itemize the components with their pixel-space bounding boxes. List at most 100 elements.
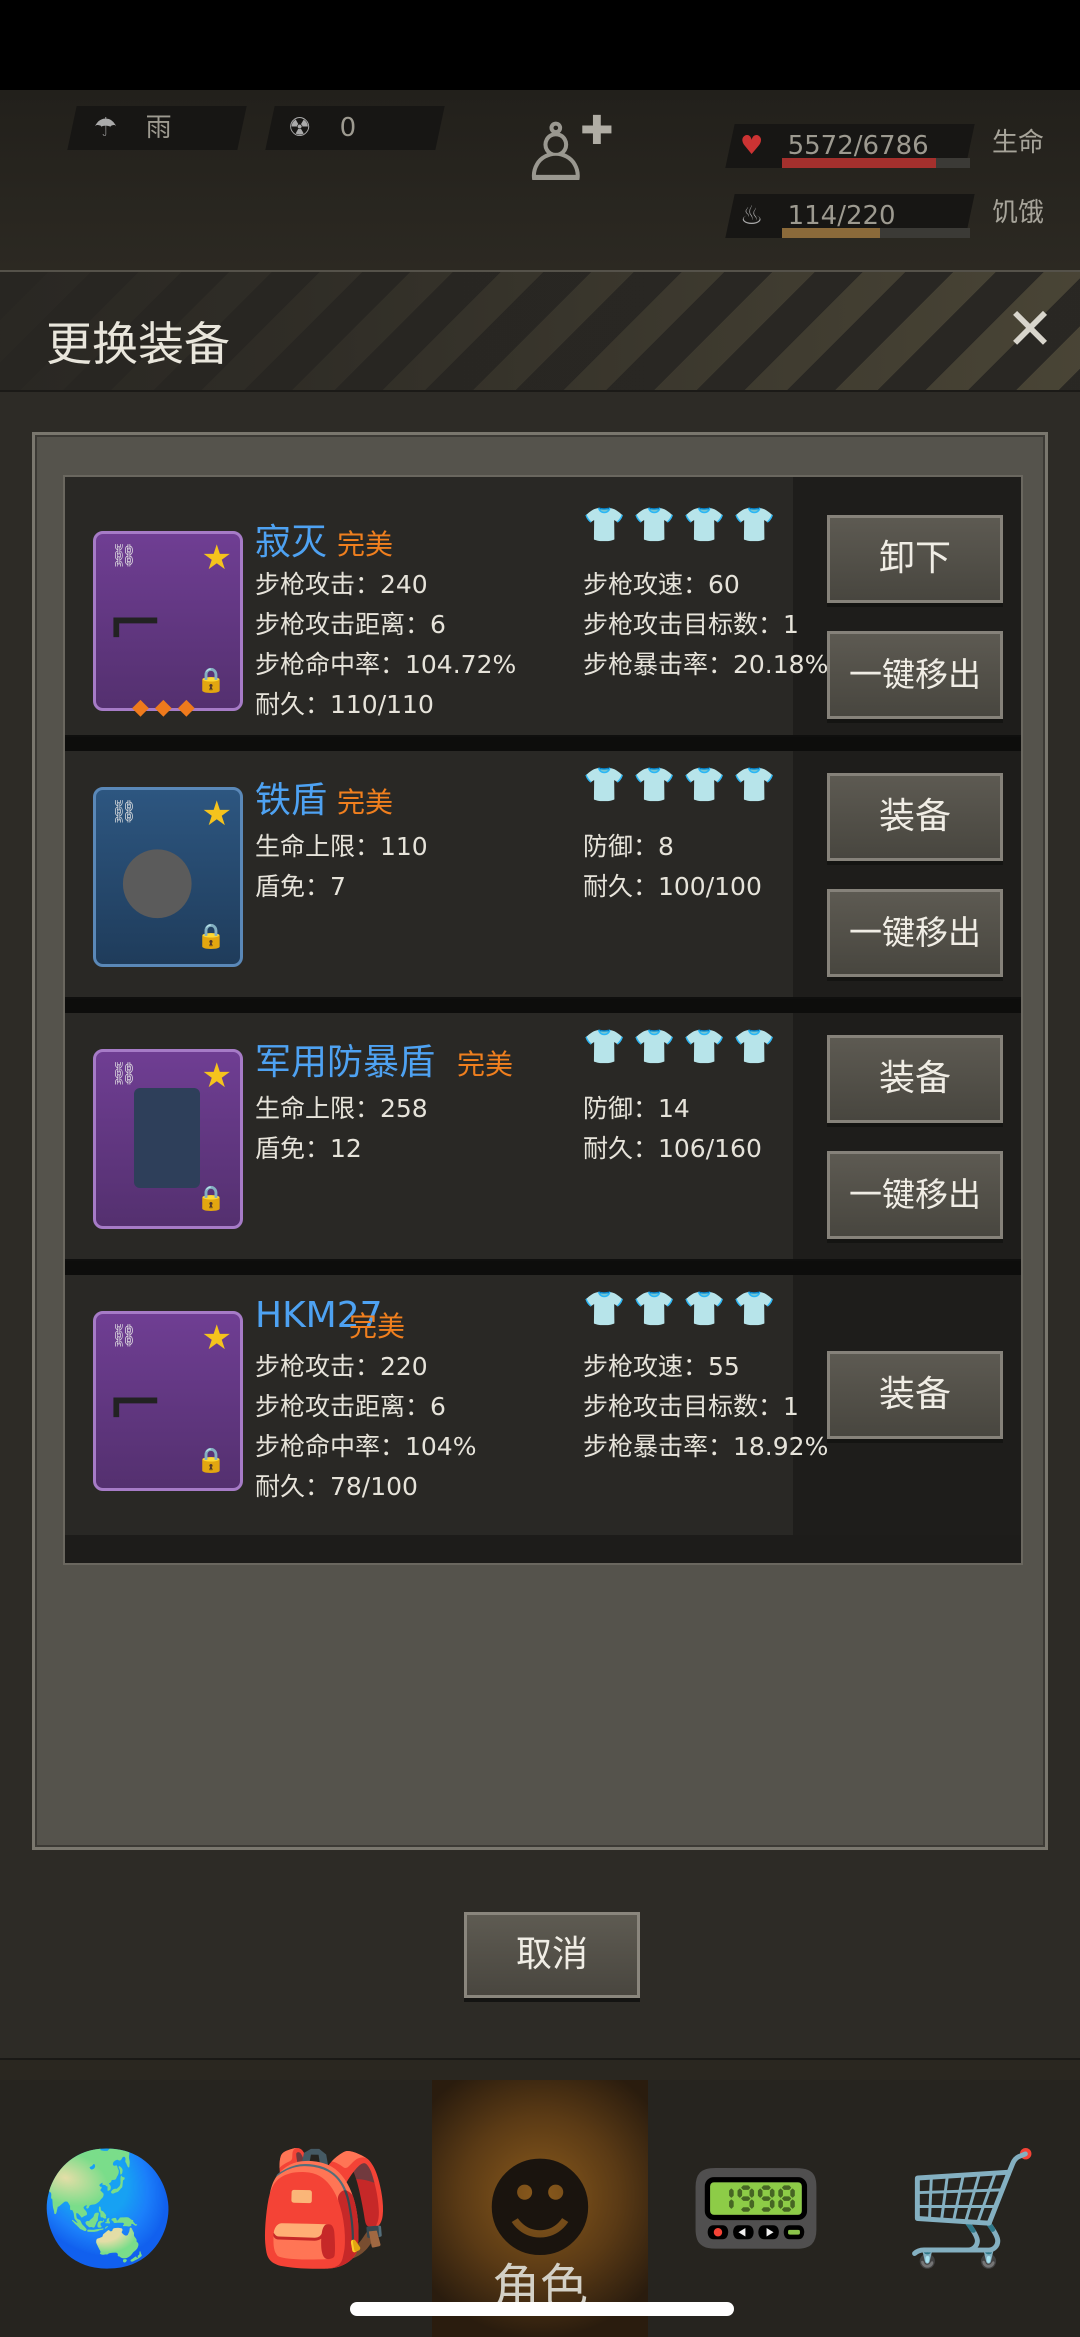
stat-line: 耐久：100/100 (583, 872, 762, 901)
item-thumbnail[interactable]: ⛓ ★ ● 🔒 (93, 787, 243, 967)
stat-line: 耐久：110/110 (255, 690, 434, 719)
item-thumbnail[interactable]: ⛓ ★ 🔒 (93, 1049, 243, 1229)
heart-icon: ♥ (740, 131, 764, 161)
slot-icon: 👕 (633, 1289, 676, 1329)
item-quality: 完美 (337, 528, 394, 561)
slot-icon: 👕 (633, 505, 676, 545)
lock-icon: 🔒 (196, 666, 226, 694)
nav-radio-icon[interactable]: 📟 (648, 2080, 864, 2337)
shield-icon: ● (118, 824, 197, 929)
stat-line: 盾免：12 (255, 1134, 362, 1163)
slot-icon: 👕 (683, 505, 726, 545)
weather-label: 雨 (145, 113, 172, 143)
status-bar (0, 0, 1080, 90)
home-indicator (350, 2302, 734, 2316)
stat-line: 耐久：106/160 (583, 1134, 762, 1163)
modal-title: 更换装备 (46, 317, 230, 371)
cancel-button[interactable]: 取消 (464, 1912, 640, 1998)
lock-icon: 🔒 (196, 1184, 226, 1212)
slot-icon: 👕 (683, 765, 726, 805)
slot-icon: 👕 (633, 765, 676, 805)
rifle-icon: ⌐ (106, 582, 165, 664)
item-quality: 完美 (457, 1048, 514, 1081)
item-quality: 完美 (349, 1310, 406, 1343)
nav-cart-icon[interactable]: 🛒 (864, 2080, 1080, 2337)
bottom-nav: 🌏 🎒 ☻ 角色 📟 🛒 (0, 2080, 1080, 2337)
stat-line: 生命上限：258 (255, 1094, 428, 1123)
slot-icon: 👕 (583, 505, 626, 545)
stat-line: 步枪攻击距离：6 (255, 1392, 446, 1421)
equip-button[interactable]: 装备 (827, 1035, 1003, 1123)
equipment-list-panel: ⛓ ★ ⌐ 🔒 ◆◆◆ 寂灭 完美 👕 👕 👕 👕 步枪攻击：240 步枪攻击距… (32, 432, 1048, 1850)
slot-indicators: 👕 👕 👕 👕 (583, 505, 776, 545)
stat-line: 生命上限：110 (255, 832, 428, 861)
hunger-value: 114/220 (787, 201, 896, 231)
rank-diamonds: ◆◆◆ (132, 695, 201, 720)
game-screen: ☂ 雨 ☢ 0 ♙ ✚ ♥ 5572/6786 生命 ♨ 114/220 饥饿 … (0, 0, 1080, 2337)
modal-header: 更换装备 ✕ (0, 272, 1080, 392)
stat-line: 步枪暴击率：20.18% (583, 650, 829, 679)
star-icon: ★ (201, 1318, 232, 1358)
lock-icon: 🔒 (196, 1446, 226, 1474)
stat-line: 步枪攻击目标数：1 (583, 1392, 799, 1421)
star-icon: ★ (201, 1056, 232, 1096)
slot-icon: 👕 (683, 1027, 726, 1067)
stat-line: 防御：8 (583, 832, 674, 861)
riot-shield-icon (134, 1088, 200, 1188)
link-icon: ⛓ (110, 1062, 138, 1087)
radiation-pill: ☢ 0 (265, 106, 445, 150)
slot-indicators: 👕 👕 👕 👕 (583, 1027, 776, 1067)
slot-icon: 👕 (733, 1027, 776, 1067)
item-name: 铁盾 (255, 780, 328, 821)
list-item: ⛓ ★ ⌐ 🔒 ◆◆◆ 寂灭 完美 👕 👕 👕 👕 步枪攻击：240 步枪攻击距… (65, 477, 1021, 737)
radiation-value: 0 (339, 113, 357, 143)
stat-line: 步枪暴击率：18.92% (583, 1432, 829, 1461)
remove-button[interactable]: 一键移出 (827, 889, 1003, 977)
slot-icon: 👕 (683, 1289, 726, 1329)
stat-line: 步枪攻速：60 (583, 570, 740, 599)
radiation-icon: ☢ (288, 113, 312, 143)
slot-indicators: 👕 👕 👕 👕 (583, 1289, 776, 1329)
hunger-bar (782, 228, 970, 238)
stat-line: 防御：14 (583, 1094, 690, 1123)
hp-value: 5572/6786 (787, 131, 929, 161)
close-button[interactable]: ✕ (1000, 300, 1060, 360)
weather-pill: ☂ 雨 (67, 106, 247, 150)
lock-icon: 🔒 (196, 922, 226, 950)
item-quality: 完美 (337, 786, 394, 819)
slot-icon: 👕 (583, 765, 626, 805)
equip-button[interactable]: 装备 (827, 773, 1003, 861)
hp-label: 生命 (992, 128, 1045, 158)
change-equipment-modal: 更换装备 ✕ ⛓ ★ ⌐ 🔒 ◆◆◆ 寂灭 完美 👕 👕 👕 👕 步枪攻击：24… (0, 270, 1080, 2060)
top-hud: ☂ 雨 ☢ 0 ♙ ✚ ♥ 5572/6786 生命 ♨ 114/220 饥饿 (0, 90, 1080, 290)
rain-icon: ☂ (94, 113, 118, 143)
stomach-icon: ♨ (740, 201, 764, 231)
item-thumbnail[interactable]: ⛓ ★ ⌐ 🔒 (93, 1311, 243, 1491)
item-name: 寂灭 (255, 522, 328, 563)
equipment-list[interactable]: ⛓ ★ ⌐ 🔒 ◆◆◆ 寂灭 完美 👕 👕 👕 👕 步枪攻击：240 步枪攻击距… (63, 475, 1023, 1565)
slot-icon: 👕 (733, 765, 776, 805)
item-thumbnail[interactable]: ⛓ ★ ⌐ 🔒 ◆◆◆ (93, 531, 243, 720)
stat-line: 盾免：7 (255, 872, 346, 901)
add-icon[interactable]: ✚ (580, 108, 614, 154)
stat-line: 步枪攻速：55 (583, 1352, 740, 1381)
nav-character-icon[interactable]: ☻ 角色 (432, 2080, 648, 2337)
stat-line: 步枪攻击距离：6 (255, 610, 446, 639)
equip-button[interactable]: 装备 (827, 1351, 1003, 1439)
stat-line: 步枪命中率：104% (255, 1432, 477, 1461)
remove-button[interactable]: 一键移出 (827, 1151, 1003, 1239)
link-icon: ⛓ (110, 800, 138, 825)
slot-indicators: 👕 👕 👕 👕 (583, 765, 776, 805)
item-name: 军用防暴盾 (255, 1042, 436, 1083)
slot-icon: 👕 (733, 505, 776, 545)
stat-line: 步枪命中率：104.72% (255, 650, 517, 679)
link-icon: ⛓ (110, 1324, 138, 1349)
nav-backpack-icon[interactable]: 🎒 (216, 2080, 432, 2337)
slot-icon: 👕 (733, 1289, 776, 1329)
stat-line: 耐久：78/100 (255, 1472, 418, 1501)
list-item: ⛓ ★ 🔒 军用防暴盾 完美 👕 👕 👕 👕 生命上限：258 盾免：12 防御… (65, 1013, 1021, 1261)
list-item: ⛓ ★ ● 🔒 铁盾 完美 👕 👕 👕 👕 生命上限：110 盾免：7 防御：8… (65, 751, 1021, 999)
nav-globe-icon[interactable]: 🌏 (0, 2080, 216, 2337)
remove-button[interactable]: 一键移出 (827, 631, 1003, 719)
unequip-button[interactable]: 卸下 (827, 515, 1003, 603)
